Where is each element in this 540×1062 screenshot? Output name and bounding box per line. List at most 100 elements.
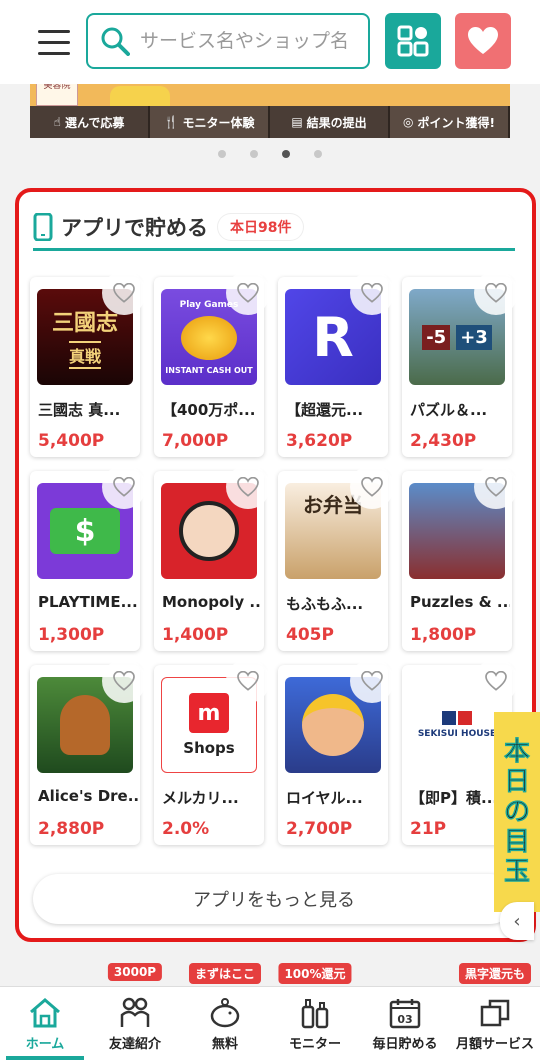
banner-step-label: ポイント獲得! xyxy=(417,115,495,130)
banner-step-label: 結果の提出 xyxy=(306,115,367,130)
app-card[interactable]: $ PLAYTIME... 1,300P xyxy=(30,465,146,651)
banner-steps: ☝ 選んで応募 🍴 モニター体験 ▤ 結果の提出 ◎ ポイント獲得! xyxy=(30,106,510,138)
app-card[interactable]: Play Games INSTANT CASH OUT 【400万ポ... 7,0… xyxy=(154,271,270,457)
app-name: PLAYTIME... xyxy=(38,593,138,611)
heart-outline-icon[interactable] xyxy=(474,465,518,509)
coin-icon: ◎ xyxy=(403,115,414,129)
heart-outline-icon[interactable] xyxy=(350,271,394,315)
promo-banner[interactable]: 美容院 ☝ 選んで応募 🍴 モニター体験 ▤ 結果の提出 ◎ ポイント獲得! xyxy=(30,84,510,138)
app-points: 3,620P xyxy=(286,431,353,451)
heart-outline-icon[interactable] xyxy=(102,271,146,315)
app-card[interactable]: ロイヤル... 2,700P xyxy=(278,659,394,845)
featured-char: 本 xyxy=(503,737,531,768)
app-name: 【400万ポ... xyxy=(162,401,256,419)
app-points: 1,800P xyxy=(410,625,477,645)
app-name: パズル＆... xyxy=(410,401,488,419)
favorites-button[interactable] xyxy=(455,13,511,69)
section-header: アプリで貯める 本日98件 xyxy=(33,206,515,251)
search-input[interactable] xyxy=(140,30,360,52)
app-points: 7,000P xyxy=(162,431,229,451)
heart-outline-icon[interactable] xyxy=(226,271,270,315)
heart-outline-icon[interactable] xyxy=(350,659,394,703)
app-name: 【超還元... xyxy=(286,401,364,419)
heart-outline-icon[interactable] xyxy=(474,271,518,315)
heart-outline-icon[interactable] xyxy=(102,465,146,509)
category-button[interactable] xyxy=(385,13,441,69)
todays-featured-banner[interactable]: 本 日 の 目 玉 xyxy=(494,712,540,912)
cutlery-icon: 🍴 xyxy=(163,115,179,129)
app-card[interactable]: m Shops メルカリ... 2.0% xyxy=(154,659,270,845)
featured-char: の xyxy=(503,797,531,828)
featured-char: 日 xyxy=(503,767,531,798)
hand-icon: ☝ xyxy=(53,115,61,129)
smartphone-icon xyxy=(33,213,53,241)
nav-label: モニター xyxy=(288,1037,341,1052)
nav-label: 友達紹介 xyxy=(108,1037,161,1052)
calendar-day: 03 xyxy=(397,1013,412,1026)
heart-outline-icon[interactable] xyxy=(474,659,518,703)
heart-icon xyxy=(468,27,498,54)
carousel-dot[interactable] xyxy=(250,150,258,158)
app-points: 1,300P xyxy=(38,625,105,645)
carousel-dot-active[interactable] xyxy=(282,150,290,158)
carousel-dots xyxy=(0,150,540,158)
app-card[interactable]: -5 +3 パズル＆... 2,430P xyxy=(402,271,518,457)
app-name: Alice's Dre... xyxy=(38,787,138,805)
nav-badge: まずはここ xyxy=(188,963,262,984)
heart-outline-icon[interactable] xyxy=(226,465,270,509)
section-title: アプリで貯める xyxy=(61,216,208,240)
nav-home[interactable]: ホーム xyxy=(0,987,90,1062)
banner-step-label: 選んで応募 xyxy=(64,115,125,130)
nav-subscription[interactable]: 黒字還元も 月額サービス xyxy=(450,963,540,1062)
chevron-left-icon[interactable]: ‹ xyxy=(500,902,534,940)
heart-outline-icon[interactable] xyxy=(226,659,270,703)
app-name: Puzzles & ... xyxy=(410,593,510,611)
count-badge: 本日98件 xyxy=(218,214,304,240)
app-card[interactable]: Alice's Dre... 2,880P xyxy=(30,659,146,845)
search-icon xyxy=(101,27,130,56)
nav-monitor[interactable]: 100%還元 モニター xyxy=(270,963,360,1062)
app-earn-section: アプリで貯める 本日98件 三國志 真戦 三國志 真... 5,400P Play… xyxy=(15,188,536,942)
nav-label: 毎日貯める xyxy=(372,1037,438,1052)
nav-label: ホーム xyxy=(25,1037,65,1052)
app-card[interactable]: お弁当 もふもふ... 405P xyxy=(278,465,394,651)
nav-label: 無料 xyxy=(211,1037,238,1052)
nav-label: 月額サービス xyxy=(455,1037,534,1052)
app-name: ロイヤル... xyxy=(286,789,363,807)
nav-badge: 100%還元 xyxy=(278,963,352,984)
app-points: 1,400P xyxy=(162,625,229,645)
heart-outline-icon[interactable] xyxy=(102,659,146,703)
app-card[interactable]: 三國志 真戦 三國志 真... 5,400P xyxy=(30,271,146,457)
app-name: メルカリ... xyxy=(162,789,239,807)
hamburger-menu-icon[interactable] xyxy=(38,28,70,56)
nav-referral[interactable]: 3000P 友達紹介 xyxy=(90,963,180,1062)
app-points: 2,700P xyxy=(286,819,353,839)
app-card[interactable]: R 【超還元... 3,620P xyxy=(278,271,394,457)
featured-char: 目 xyxy=(503,827,531,858)
app-points: 2,880P xyxy=(38,819,105,839)
nav-free[interactable]: まずはここ 無料 xyxy=(180,963,270,1062)
heart-outline-icon[interactable] xyxy=(350,465,394,509)
featured-char: 玉 xyxy=(503,857,531,888)
banner-sign: 美容院 xyxy=(36,84,78,106)
app-card[interactable]: Puzzles & ... 1,800P xyxy=(402,465,518,651)
carousel-dot[interactable] xyxy=(314,150,322,158)
more-apps-label: アプリをもっと見る xyxy=(193,890,355,911)
subscription-icon xyxy=(480,999,510,1027)
app-name: もふもふ... xyxy=(286,595,364,613)
app-points: 2.0% xyxy=(162,819,210,839)
more-apps-button[interactable]: アプリをもっと見る › xyxy=(33,874,515,924)
clipboard-icon: ▤ xyxy=(291,115,303,129)
home-icon xyxy=(30,998,60,1028)
banner-step-3: ▤ 結果の提出 xyxy=(270,106,390,138)
app-card[interactable]: Monopoly ... 1,400P xyxy=(154,465,270,651)
banner-step-label: モニター体験 xyxy=(182,115,255,130)
piggy-bank-icon xyxy=(210,998,240,1028)
calendar-icon: 03 xyxy=(389,999,421,1029)
carousel-dot[interactable] xyxy=(218,150,226,158)
nav-daily[interactable]: 03 毎日貯める xyxy=(360,987,450,1062)
search-box[interactable] xyxy=(86,13,370,69)
bottles-icon xyxy=(301,999,329,1029)
friends-icon xyxy=(120,997,150,1027)
grid-icon xyxy=(397,25,429,57)
